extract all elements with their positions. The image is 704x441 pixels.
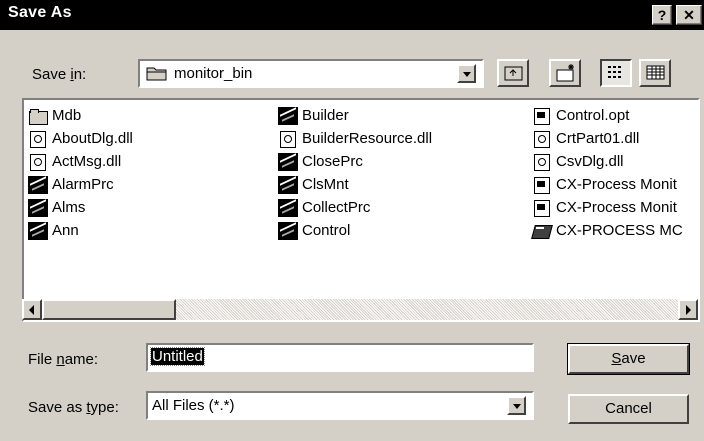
file-item[interactable]: Mdb xyxy=(28,104,133,127)
up-one-level-button[interactable] xyxy=(497,59,529,87)
exe-icon xyxy=(278,152,298,171)
file-item-label: CX-PROCESS MC xyxy=(556,222,683,239)
cancel-button[interactable]: Cancel xyxy=(568,394,689,424)
file-item-label: CsvDlg.dll xyxy=(556,153,624,170)
book-icon xyxy=(532,222,552,240)
file-item-label: CX-Process Monit xyxy=(556,176,677,193)
file-item[interactable]: ActMsg.dll xyxy=(28,150,133,173)
file-column-2: Builder BuilderResource.dll ClosePrc ClsMnt… xyxy=(278,104,432,242)
dll-icon xyxy=(28,153,48,171)
file-item[interactable]: Builder xyxy=(278,104,432,127)
list-view-icon xyxy=(608,66,621,78)
file-name-label: File name: xyxy=(28,351,99,368)
scroll-left-icon[interactable] xyxy=(22,299,42,320)
doc-icon xyxy=(532,176,552,194)
file-item[interactable]: Control xyxy=(278,219,432,242)
folder-icon xyxy=(146,64,168,82)
exe-icon xyxy=(278,175,298,194)
file-item-label: AlarmPrc xyxy=(52,176,114,193)
file-item[interactable]: AlarmPrc xyxy=(28,173,133,196)
file-item-label: AboutDlg.dll xyxy=(52,130,133,147)
file-item[interactable]: Alms xyxy=(28,196,133,219)
file-item-label: Control xyxy=(302,222,351,239)
file-item-label: Mdb xyxy=(52,107,82,124)
window-title: Save As xyxy=(8,4,72,21)
doc-icon xyxy=(532,107,552,125)
file-item-label: BuilderResource.dll xyxy=(302,130,433,147)
exe-icon xyxy=(278,221,298,240)
file-item-label: CrtPart01.dll xyxy=(556,130,640,147)
file-item-label: Ann xyxy=(52,222,79,239)
details-view-button[interactable] xyxy=(639,59,671,87)
doc-icon xyxy=(532,199,552,217)
save-in-combo[interactable]: monitor_bin xyxy=(138,59,484,88)
file-item-label: ClosePrc xyxy=(302,153,363,170)
file-item-label: Control.opt xyxy=(556,107,630,124)
new-folder-icon xyxy=(556,64,574,82)
save-as-type-value: All Files (*.*) xyxy=(152,397,235,414)
exe-icon xyxy=(278,198,298,217)
exe-icon xyxy=(28,198,48,217)
file-item[interactable]: AboutDlg.dll xyxy=(28,127,133,150)
file-column-3: Control.opt CrtPart01.dll CsvDlg.dll CX-Pro… xyxy=(532,104,683,242)
file-item-label: CX-Process Monit xyxy=(556,199,677,216)
file-name-input[interactable]: Untitled xyxy=(146,343,534,372)
dll-icon xyxy=(278,130,298,148)
save-as-type-combo[interactable]: All Files (*.*) xyxy=(146,391,534,420)
file-item[interactable]: CX-PROCESS MC xyxy=(532,219,683,242)
save-button[interactable]: Save xyxy=(567,343,690,375)
exe-icon xyxy=(28,175,48,194)
save-as-type-label: Save as type: xyxy=(28,399,119,416)
file-item[interactable]: ClosePrc xyxy=(278,150,432,173)
up-folder-icon xyxy=(504,66,523,81)
title-bar[interactable]: Save As ? ✕ xyxy=(0,0,704,30)
save-as-dialog: Save As ? ✕ Save in: monitor_bin Mdb Abou… xyxy=(0,0,704,441)
list-view-button[interactable] xyxy=(600,59,632,87)
folder-icon xyxy=(28,106,48,125)
file-item[interactable]: CollectPrc xyxy=(278,196,432,219)
chevron-down-icon[interactable] xyxy=(457,64,476,83)
dll-icon xyxy=(28,130,48,148)
save-in-label: Save in: xyxy=(32,66,87,83)
dll-icon xyxy=(532,153,552,171)
dll-icon xyxy=(532,130,552,148)
file-item-label: CollectPrc xyxy=(302,199,371,216)
file-item-label: Builder xyxy=(302,107,349,124)
file-item[interactable]: CX-Process Monit xyxy=(532,173,683,196)
file-item[interactable]: BuilderResource.dll xyxy=(278,127,432,150)
file-item-label: Alms xyxy=(52,199,86,216)
save-in-value: monitor_bin xyxy=(174,65,253,82)
file-item[interactable]: Control.opt xyxy=(532,104,683,127)
exe-icon xyxy=(28,221,48,240)
file-item[interactable]: ClsMnt xyxy=(278,173,432,196)
exe-icon xyxy=(278,106,298,125)
file-item[interactable]: CrtPart01.dll xyxy=(532,127,683,150)
file-item-label: ActMsg.dll xyxy=(52,153,122,170)
file-item[interactable]: CsvDlg.dll xyxy=(532,150,683,173)
help-button[interactable]: ? xyxy=(652,5,672,25)
chevron-down-icon[interactable] xyxy=(507,396,526,415)
file-item[interactable]: Ann xyxy=(28,219,133,242)
scroll-right-icon[interactable] xyxy=(678,299,698,320)
file-list[interactable]: Mdb AboutDlg.dll ActMsg.dll AlarmPrc Alms Ann… xyxy=(22,98,700,322)
scroll-thumb[interactable] xyxy=(42,299,176,320)
file-name-value: Untitled xyxy=(150,347,205,366)
file-item[interactable]: CX-Process Monit xyxy=(532,196,683,219)
file-item-label: ClsMnt xyxy=(302,176,349,193)
details-view-icon xyxy=(646,65,665,80)
close-button[interactable]: ✕ xyxy=(676,5,702,25)
file-column-1: Mdb AboutDlg.dll ActMsg.dll AlarmPrc Alms Ann xyxy=(28,104,133,242)
horizontal-scrollbar[interactable] xyxy=(22,299,700,320)
new-folder-button[interactable] xyxy=(549,59,581,87)
